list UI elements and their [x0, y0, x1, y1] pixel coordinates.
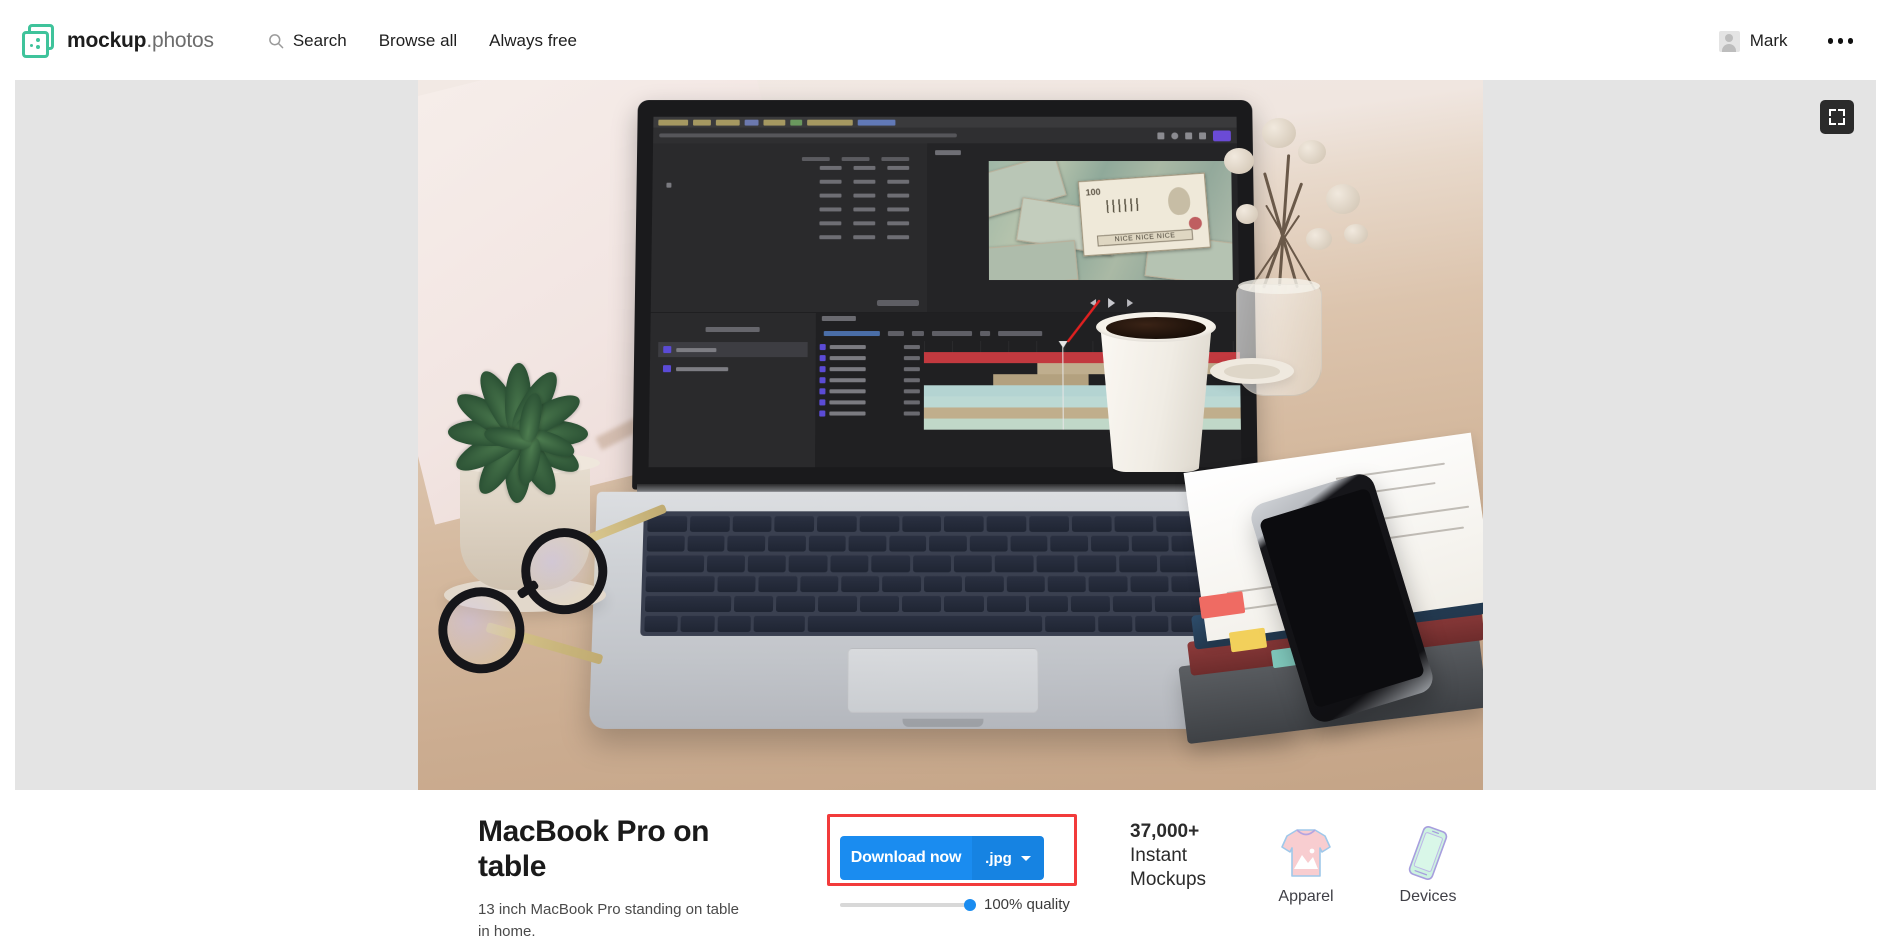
- mockup-photo[interactable]: 100 NICE NICE NICE: [418, 80, 1483, 790]
- browser-url-bar: [653, 127, 1237, 144]
- quality-slider-handle[interactable]: [964, 898, 976, 911]
- page-title: MacBook Pro on table: [478, 815, 710, 883]
- promo-category-devices[interactable]: Devices: [1378, 820, 1478, 906]
- site-header: mockup.photos Search Browse all Always f…: [0, 0, 1891, 82]
- mockup-info: MacBook Pro on table 13 inch MacBook Pro…: [478, 815, 778, 943]
- promo-category-apparel[interactable]: Apparel: [1256, 820, 1356, 906]
- brand-logo-link[interactable]: mockup.photos: [22, 24, 214, 58]
- promo-count-number: 37,000+: [1130, 821, 1200, 842]
- quality-label: 100% quality: [984, 896, 1070, 913]
- image-viewer: 100 NICE NICE NICE: [15, 80, 1876, 790]
- mockup-description: 13 inch MacBook Pro standing on table in…: [478, 901, 739, 940]
- primary-nav: Search Browse all Always free: [252, 25, 593, 57]
- download-format-select[interactable]: .jpg: [972, 836, 1044, 880]
- tshirt-icon: [1256, 820, 1356, 886]
- nav-item-search-label: Search: [292, 31, 347, 50]
- notebooks-and-phone: [1178, 432, 1483, 745]
- promo-count-line2: Instant: [1130, 844, 1188, 866]
- more-horizontal-icon[interactable]: [1814, 28, 1868, 54]
- browser-tab-strip: [653, 116, 1237, 128]
- download-panel: Download now .jpg 100% quality: [840, 814, 1100, 913]
- search-icon: [268, 34, 284, 49]
- promo-strip: 37,000+ Instant Mockups Apparel Devices: [1130, 820, 1478, 906]
- mockup-photos-logo-icon: [22, 24, 56, 58]
- laptop-front-notch: [902, 718, 984, 727]
- nav-item-always-free[interactable]: Always free: [473, 25, 593, 57]
- brand-wordmark: mockup.photos: [67, 29, 214, 53]
- brand-name-light: .photos: [146, 29, 214, 52]
- chevron-down-icon: [1020, 855, 1031, 861]
- laptop-keyboard: [640, 511, 1246, 636]
- promo-category-apparel-label: Apparel: [1278, 888, 1334, 905]
- detail-bar: MacBook Pro on table 13 inch MacBook Pro…: [0, 790, 1891, 940]
- editor-properties-panel: [650, 143, 928, 312]
- editor-media-bin: [648, 312, 816, 468]
- dried-flowers-vase: [1178, 88, 1398, 418]
- promo-count: 37,000+ Instant Mockups: [1130, 820, 1234, 891]
- play-icon: [1107, 297, 1115, 308]
- user-avatar-icon: [1718, 30, 1740, 52]
- brand-name-bold: mockup: [67, 29, 147, 52]
- skip-forward-icon: [1126, 298, 1133, 307]
- quality-slider[interactable]: [840, 898, 976, 911]
- laptop-trackpad: [847, 647, 1039, 713]
- phone-device-icon: [1378, 820, 1478, 886]
- promo-category-devices-label: Devices: [1399, 888, 1457, 905]
- nav-item-search[interactable]: Search: [252, 25, 363, 57]
- user-name-label: Mark: [1749, 31, 1788, 50]
- download-format-label: .jpg: [985, 849, 1012, 867]
- user-menu[interactable]: Mark: [1711, 27, 1796, 56]
- fullscreen-expand-icon[interactable]: [1820, 100, 1854, 134]
- promo-count-line3: Mockups: [1130, 868, 1207, 890]
- nav-item-browse-all[interactable]: Browse all: [363, 25, 473, 57]
- download-button-group[interactable]: Download now .jpg: [840, 836, 1044, 880]
- header-right-cluster: Mark: [1711, 27, 1867, 56]
- quality-slider-row: 100% quality: [840, 896, 1090, 913]
- download-now-button[interactable]: Download now: [840, 836, 972, 880]
